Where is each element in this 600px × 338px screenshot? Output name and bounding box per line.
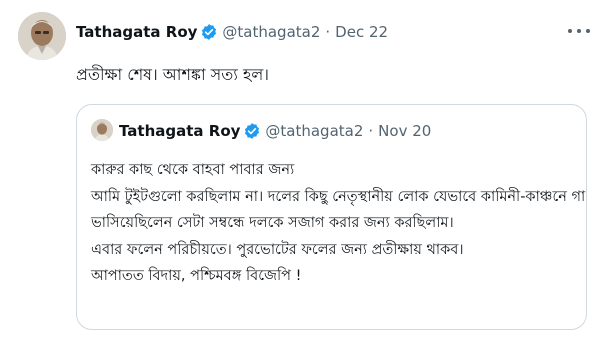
quoted-author-name: Tathagata Roy (119, 122, 241, 140)
quoted-tweet-header: Tathagata Roy @tathagata2 · Nov 20 (119, 119, 431, 143)
verified-badge-icon (243, 122, 261, 140)
quoted-tweet[interactable]: Tathagata Roy @tathagata2 · Nov 20 কারুর… (76, 104, 587, 330)
tweet-header: Tathagata Roy @tathagata2 · Dec 22 (76, 20, 388, 44)
separator-dot: · (325, 23, 331, 41)
quoted-text-line: আমি টুইটগুলো করছিলাম না। দলের কিছু নেতৃস… (91, 188, 586, 205)
quoted-text-line: কারুর কাছ থেকে বাহবা পাবার জন্য (91, 162, 295, 178)
tweet-text: প্রতীক্ষা শেষ। আশঙ্কা সত্য হল। (76, 65, 270, 84)
author-avatar[interactable] (18, 12, 66, 60)
quoted-tweet-text: কারুর কাছ থেকে বাহবা পাবার জন্য আমি টুইট… (91, 157, 586, 290)
author-name[interactable]: Tathagata Roy (76, 23, 197, 41)
quoted-text-line: আপাতত বিদায়, পশ্চিমবঙ্গ বিজেপি ! (91, 268, 302, 284)
quoted-text-line: ভাসিয়েছিলেন সেটা সম্বন্ধে দলকে সজাগ করা… (91, 215, 454, 231)
separator-dot: · (368, 122, 374, 140)
more-options-icon[interactable] (568, 22, 590, 40)
profile-photo (91, 119, 113, 141)
quoted-author-handle: @tathagata2 (265, 122, 364, 140)
quoted-tweet-date: Nov 20 (378, 122, 432, 140)
tweet-date[interactable]: Dec 22 (335, 23, 388, 41)
quoted-text-line: এবার ফলেন পরিচীয়তে। পুরভোটের ফলের জন্য … (91, 241, 464, 258)
verified-badge-icon (200, 23, 218, 41)
tweet-card[interactable]: Tathagata Roy @tathagata2 · Dec 22 প্রতী… (0, 0, 600, 338)
author-handle[interactable]: @tathagata2 (222, 23, 320, 41)
profile-photo (18, 12, 66, 60)
quoted-author-avatar (91, 119, 113, 141)
